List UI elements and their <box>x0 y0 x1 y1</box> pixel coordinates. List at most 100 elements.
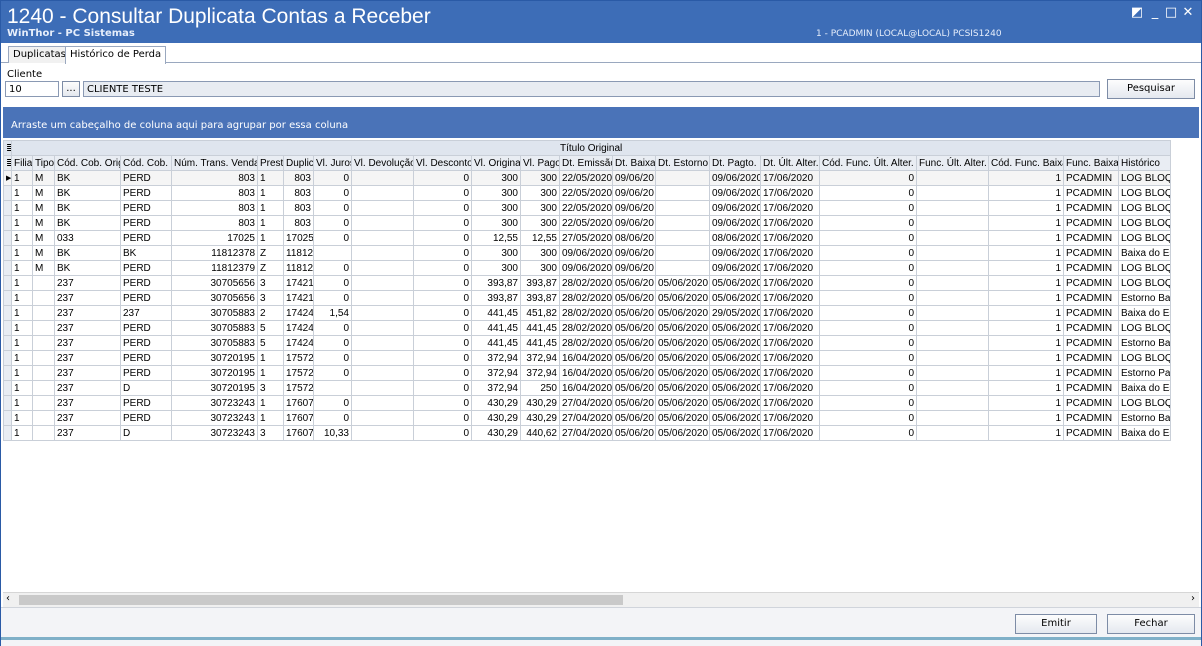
table-cell[interactable]: M <box>32 200 55 216</box>
table-cell[interactable]: 0 <box>819 350 917 366</box>
table-cell[interactable]: 17/06/2020 <box>760 200 820 216</box>
table-row[interactable]: 1 M BK PERD 803 1 803 0 0 300 300 22/05/2020 09/06/2… <box>3 185 1172 201</box>
column-header[interactable]: Tipo <box>32 155 55 171</box>
table-cell[interactable] <box>351 380 414 396</box>
table-cell[interactable]: PCADMIN <box>1063 335 1119 351</box>
table-cell[interactable] <box>655 170 710 186</box>
table-cell[interactable]: 05/06/2020 <box>709 380 761 396</box>
table-cell[interactable]: 1 <box>11 425 33 441</box>
table-cell[interactable] <box>351 245 414 261</box>
table-cell[interactable]: 1 <box>11 200 33 216</box>
row-indicator[interactable] <box>3 380 12 396</box>
table-cell[interactable]: PCADMIN <box>1063 185 1119 201</box>
table-cell[interactable]: 17/06/2020 <box>760 425 820 441</box>
table-cell[interactable]: 300 <box>471 170 521 186</box>
table-cell[interactable]: 1 <box>988 200 1064 216</box>
table-cell[interactable]: 09/06/2020 <box>559 245 613 261</box>
table-cell[interactable]: 05/06/2020 <box>655 350 710 366</box>
column-header[interactable]: Dt. Últ. Alter. <box>760 155 820 171</box>
table-cell[interactable]: 300 <box>520 215 560 231</box>
client-code-input[interactable]: 10 <box>5 81 59 97</box>
row-indicator[interactable] <box>3 245 12 261</box>
table-cell[interactable]: 0 <box>413 365 472 381</box>
table-cell[interactable]: 16/04/2020 <box>559 365 613 381</box>
table-cell[interactable]: 28/02/2020 <box>559 275 613 291</box>
table-cell[interactable]: 30720195 <box>171 380 258 396</box>
table-cell[interactable]: 17/06/2020 <box>760 245 820 261</box>
table-cell[interactable]: 05/06/2020 <box>655 335 710 351</box>
table-cell[interactable]: PCADMIN <box>1063 260 1119 276</box>
table-cell[interactable]: PCADMIN <box>1063 275 1119 291</box>
column-header[interactable]: Dt. Baixa <box>612 155 656 171</box>
table-cell[interactable]: 1 <box>988 245 1064 261</box>
table-cell[interactable] <box>916 185 989 201</box>
table-cell[interactable]: 393,87 <box>471 275 521 291</box>
table-cell[interactable]: 0 <box>313 230 352 246</box>
table-cell[interactable]: 05/06/2020 <box>709 425 761 441</box>
table-cell[interactable]: 05/06/2020 <box>655 305 710 321</box>
column-header[interactable]: Func. Últ. Alter. <box>916 155 989 171</box>
table-cell[interactable]: 17/06/2020 <box>760 335 820 351</box>
table-cell[interactable]: PCADMIN <box>1063 305 1119 321</box>
table-cell[interactable]: 09/06/2020 <box>559 260 613 276</box>
table-cell[interactable]: 22/05/2020 <box>559 185 613 201</box>
table-cell[interactable]: D <box>120 380 172 396</box>
row-indicator[interactable] <box>3 185 12 201</box>
table-cell[interactable]: 30723243 <box>171 425 258 441</box>
table-cell[interactable]: PCADMIN <box>1063 200 1119 216</box>
table-cell[interactable]: 0 <box>819 320 917 336</box>
table-cell[interactable]: 05/06/20 <box>612 350 656 366</box>
table-cell[interactable]: 0 <box>819 395 917 411</box>
table-cell[interactable]: PERD <box>120 320 172 336</box>
table-cell[interactable] <box>916 395 989 411</box>
table-cell[interactable]: 0 <box>313 215 352 231</box>
table-cell[interactable]: M <box>32 230 55 246</box>
search-button[interactable]: Pesquisar <box>1107 79 1195 99</box>
table-cell[interactable]: 033 <box>54 230 121 246</box>
table-cell[interactable]: 17572 <box>283 350 314 366</box>
table-cell[interactable] <box>32 275 55 291</box>
table-cell[interactable] <box>916 425 989 441</box>
row-indicator[interactable] <box>3 365 12 381</box>
table-cell[interactable]: 22/05/2020 <box>559 200 613 216</box>
table-cell[interactable]: PCADMIN <box>1063 230 1119 246</box>
table-cell[interactable]: 430,29 <box>471 395 521 411</box>
table-cell[interactable] <box>351 260 414 276</box>
table-cell[interactable] <box>351 320 414 336</box>
column-header[interactable]: Vl. Juros <box>313 155 352 171</box>
table-cell[interactable]: 1 <box>11 275 33 291</box>
table-cell[interactable]: 0 <box>413 185 472 201</box>
table-cell[interactable]: 09/06/20 <box>612 170 656 186</box>
table-cell[interactable]: 1 <box>988 230 1064 246</box>
table-row[interactable]: 1 237 PERD 30720195 1 17572 0 0 372,94 372,94 16/0… <box>3 350 1172 366</box>
table-cell[interactable]: 372,94 <box>471 380 521 396</box>
table-cell[interactable] <box>351 425 414 441</box>
table-cell[interactable]: PERD <box>120 395 172 411</box>
table-cell[interactable]: 0 <box>413 320 472 336</box>
table-cell[interactable] <box>351 395 414 411</box>
table-cell[interactable]: PERD <box>120 275 172 291</box>
table-cell[interactable] <box>655 185 710 201</box>
table-cell[interactable]: 27/04/2020 <box>559 395 613 411</box>
table-cell[interactable]: 0 <box>413 305 472 321</box>
table-cell[interactable]: PERD <box>120 365 172 381</box>
table-cell[interactable]: 1 <box>11 245 33 261</box>
table-cell[interactable]: 0 <box>413 350 472 366</box>
table-cell[interactable]: 09/06/2020 <box>709 245 761 261</box>
table-cell[interactable]: 803 <box>171 215 258 231</box>
table-cell[interactable]: 1 <box>988 425 1064 441</box>
table-cell[interactable]: LOG BLOQ. <box>1117 320 1172 336</box>
table-cell[interactable] <box>916 275 989 291</box>
table-cell[interactable]: 430,29 <box>520 395 560 411</box>
table-cell[interactable] <box>351 230 414 246</box>
table-cell[interactable]: 05/06/2020 <box>655 275 710 291</box>
table-cell[interactable]: 09/06/2020 <box>709 260 761 276</box>
table-cell[interactable]: 441,45 <box>520 335 560 351</box>
table-cell[interactable]: 05/06/2020 <box>709 320 761 336</box>
table-cell[interactable]: 17424 <box>283 335 314 351</box>
table-cell[interactable] <box>32 320 55 336</box>
table-cell[interactable]: PERD <box>120 185 172 201</box>
table-cell[interactable]: 372,94 <box>520 350 560 366</box>
table-cell[interactable]: 17/06/2020 <box>760 275 820 291</box>
table-row[interactable]: 1 237 D 30723243 3 17607 10,33 0 430,29 440,62 27/… <box>3 425 1172 441</box>
